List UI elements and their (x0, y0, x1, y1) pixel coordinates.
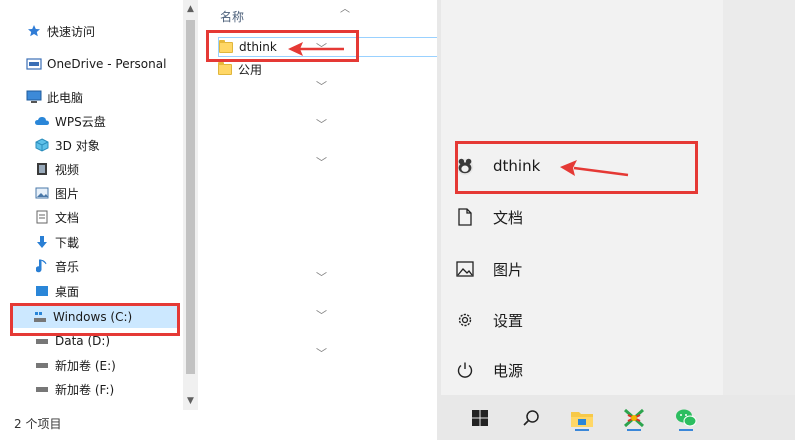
onedrive-icon (26, 56, 42, 72)
nav-this-pc[interactable]: 此电脑 (26, 86, 83, 108)
scroll-down-icon[interactable]: ▼ (183, 396, 198, 406)
nav-item-documents[interactable]: 文档 (34, 206, 79, 228)
nav-item-music[interactable]: 音乐 (34, 255, 79, 277)
scroll-up-icon[interactable]: ▲ (183, 4, 198, 14)
drive-icon (34, 357, 50, 373)
start-pictures-button[interactable]: 图片 (455, 249, 523, 289)
wechat-taskbar-button[interactable] (671, 403, 701, 433)
start-item-label: 文档 (493, 208, 524, 227)
chat-icon (676, 409, 697, 427)
start-settings-button[interactable]: 设置 (455, 300, 523, 340)
app-icon (624, 408, 644, 428)
column-header-name[interactable]: 名称 (220, 8, 244, 25)
file-name: 公用 (238, 62, 263, 77)
running-indicator (679, 429, 693, 431)
chevron-down-icon[interactable]: ﹀ (316, 269, 327, 285)
search-icon (523, 410, 539, 426)
start-button[interactable] (465, 403, 495, 433)
scrollbar-thumb[interactable] (186, 20, 195, 374)
nav-label: 快速访问 (47, 24, 96, 39)
chevron-down-icon[interactable]: ﹀ (316, 154, 327, 170)
music-icon (34, 258, 50, 274)
cloud-icon (34, 113, 50, 129)
start-menu-tiles-area (723, 0, 795, 440)
taskbar (441, 395, 795, 440)
document-icon (455, 207, 475, 227)
start-item-label: 图片 (493, 260, 524, 279)
nav-item-3d-objects[interactable]: 3D 对象 (34, 134, 100, 156)
nav-label: 桌面 (55, 284, 80, 299)
file-explorer-taskbar-button[interactable] (567, 403, 597, 433)
app-taskbar-button[interactable] (619, 403, 649, 433)
nav-label: OneDrive - Personal (47, 57, 167, 71)
start-item-label: 电源 (493, 361, 524, 380)
list-item[interactable]: 公用 (218, 59, 262, 79)
chevron-down-icon[interactable]: ﹀ (316, 307, 327, 323)
desktop-icon (34, 283, 50, 299)
nav-drive-f[interactable]: 新加卷 (F:) (34, 378, 114, 400)
sort-ascending-icon[interactable]: ︿ (340, 0, 350, 15)
pictures-icon (455, 259, 475, 279)
power-icon (455, 360, 475, 380)
nav-label: 新加卷 (F:) (55, 382, 115, 397)
folder-icon (571, 412, 593, 427)
drive-icon (34, 381, 50, 397)
start-item-label: 设置 (493, 311, 524, 330)
gear-icon (455, 310, 475, 330)
nav-item-desktop[interactable]: 桌面 (34, 280, 79, 302)
video-icon (34, 161, 50, 177)
folder-icon (218, 61, 232, 75)
nav-item-wps-cloud[interactable]: WPS云盘 (34, 110, 106, 132)
cube-icon (34, 137, 50, 153)
running-indicator (627, 429, 641, 431)
chevron-down-icon[interactable]: ﹀ (316, 116, 327, 132)
nav-label: 图片 (55, 186, 80, 201)
annotation-arrow-icon (288, 42, 344, 56)
status-bar-count: 2 个项目 (14, 417, 62, 431)
nav-label: 此电脑 (47, 90, 84, 105)
nav-item-downloads[interactable]: 下載 (34, 231, 79, 253)
nav-label: 文档 (55, 210, 80, 225)
nav-label: Data (D:) (55, 334, 111, 348)
windows-logo-icon (472, 410, 488, 426)
nav-drive-e[interactable]: 新加卷 (E:) (34, 354, 116, 376)
star-icon (26, 23, 42, 39)
chevron-down-icon[interactable]: ﹀ (316, 345, 327, 361)
download-icon (34, 234, 50, 250)
nav-label: 下載 (55, 235, 80, 250)
nav-label: 音乐 (55, 259, 80, 274)
nav-quick-access[interactable]: 快速访问 (26, 20, 95, 42)
nav-label: WPS云盘 (55, 114, 106, 129)
pictures-icon (34, 185, 50, 201)
nav-label: 新加卷 (E:) (55, 358, 116, 373)
nav-label: 3D 对象 (55, 138, 100, 153)
annotation-highlight-box (10, 303, 180, 336)
nav-label: 视频 (55, 162, 80, 177)
start-menu-sidebar: dthink 文档 图片 设置 电源 (441, 0, 723, 395)
running-indicator (575, 429, 589, 431)
annotation-arrow-icon (560, 160, 629, 177)
document-icon (34, 209, 50, 225)
nav-item-pictures[interactable]: 图片 (34, 182, 79, 204)
file-explorer-window: 快速访问 OneDrive - Personal 此电脑 WPS云盘 3D 对象 (0, 0, 440, 440)
chevron-down-icon[interactable]: ﹀ (316, 78, 327, 94)
search-button[interactable] (516, 403, 546, 433)
nav-onedrive[interactable]: OneDrive - Personal (26, 53, 166, 75)
start-documents-button[interactable]: 文档 (455, 197, 523, 237)
start-power-button[interactable]: 电源 (455, 350, 523, 390)
nav-scrollbar[interactable]: ▲ ▼ (183, 0, 198, 410)
computer-icon (26, 89, 42, 105)
nav-item-videos[interactable]: 视频 (34, 158, 79, 180)
navigation-pane: 快速访问 OneDrive - Personal 此电脑 WPS云盘 3D 对象 (0, 0, 182, 410)
start-menu: dthink 文档 图片 设置 电源 (441, 0, 795, 440)
